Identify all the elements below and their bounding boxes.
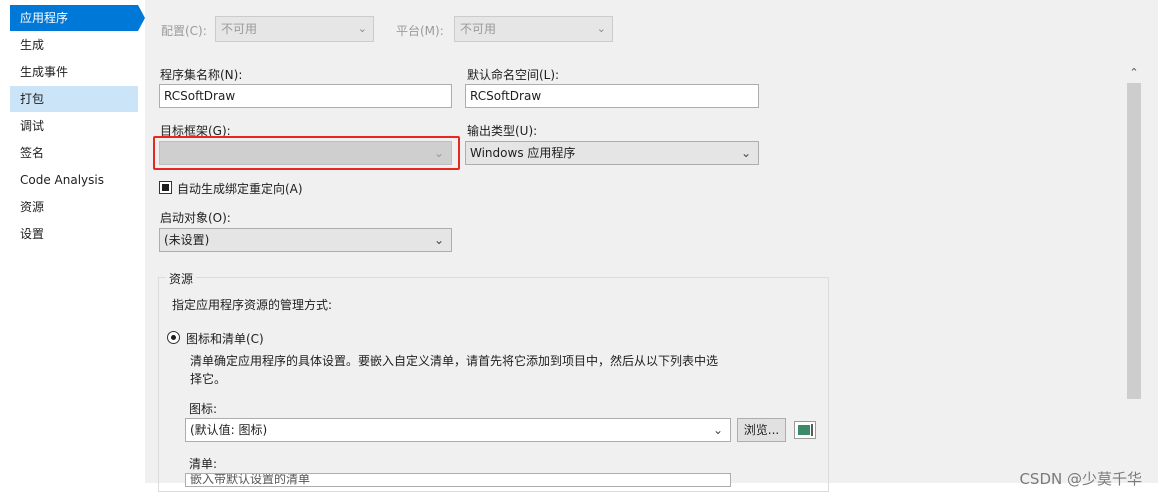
sidebar-item-signing[interactable]: 签名 — [10, 140, 138, 166]
output-type-dropdown[interactable]: Windows 应用程序 ⌄ — [465, 141, 759, 165]
chevron-down-icon: ⌄ — [740, 146, 751, 160]
resources-group-title: 资源 — [166, 270, 197, 287]
icon-dropdown[interactable]: (默认值: 图标) ⌄ — [185, 418, 731, 442]
chevron-down-icon: ⌄ — [357, 22, 367, 35]
manifest-help-line2: 择它。 — [190, 372, 227, 386]
config-label: 配置(C): — [161, 24, 207, 38]
output-type-value: Windows 应用程序 — [470, 146, 576, 160]
icon-manifest-label: 图标和清单(C) — [186, 332, 264, 346]
resources-description: 指定应用程序资源的管理方式: — [172, 298, 333, 312]
manifest-value: 嵌入带默认设置的清单 — [190, 473, 311, 486]
chevron-down-icon: ⌄ — [433, 233, 444, 247]
watermark: CSDN @少莫千华 — [1019, 470, 1142, 488]
startup-object-value: (未设置) — [164, 233, 210, 247]
app-icon-bar — [811, 424, 813, 436]
platform-dropdown[interactable]: 不可用 ⌄ — [454, 16, 613, 42]
config-value: 不可用 — [221, 22, 258, 36]
platform-label: 平台(M): — [396, 24, 444, 38]
icon-manifest-radio[interactable] — [167, 331, 180, 344]
sidebar-item-resources[interactable]: 资源 — [10, 194, 138, 220]
manifest-help-line1: 清单确定应用程序的具体设置。要嵌入自定义清单，请首先将它添加到项目中，然后从以下… — [190, 354, 719, 368]
manifest-dropdown[interactable]: 嵌入带默认设置的清单 — [185, 473, 731, 487]
sidebar-item-build-events[interactable]: 生成事件 — [10, 59, 138, 85]
sidebar-item-debug[interactable]: 调试 — [10, 113, 138, 139]
sidebar-item-package[interactable]: 打包 — [10, 86, 138, 112]
chevron-down-icon: ⌄ — [712, 423, 723, 437]
auto-binding-label: 自动生成绑定重定向(A) — [177, 182, 303, 196]
chevron-down-icon: ⌄ — [596, 22, 606, 35]
sidebar-item-code-analysis[interactable]: Code Analysis — [10, 167, 138, 193]
platform-value: 不可用 — [460, 22, 497, 36]
auto-binding-checkbox[interactable] — [159, 181, 172, 194]
output-type-label: 输出类型(U): — [467, 124, 538, 138]
scroll-thumb[interactable] — [1127, 83, 1141, 399]
sidebar-item-build[interactable]: 生成 — [10, 32, 138, 58]
app-icon-preview — [798, 425, 810, 435]
main-panel: 配置(C): 不可用 ⌄ 平台(M): 不可用 ⌄ 程序集名称(N): RCSo… — [145, 0, 1158, 492]
default-namespace-label: 默认命名空间(L): — [467, 68, 560, 82]
vertical-scrollbar[interactable]: ⌃ — [1125, 64, 1143, 483]
startup-object-dropdown[interactable]: (未设置) ⌄ — [159, 228, 452, 252]
config-dropdown[interactable]: 不可用 ⌄ — [215, 16, 374, 42]
config-bar: 配置(C): 不可用 ⌄ 平台(M): 不可用 ⌄ — [145, 0, 1158, 55]
default-namespace-input[interactable]: RCSoftDraw — [465, 84, 759, 108]
properties-content: 程序集名称(N): RCSoftDraw 默认命名空间(L): RCSoftDr… — [145, 55, 1143, 492]
assembly-name-label: 程序集名称(N): — [160, 68, 243, 82]
icon-value: (默认值: 图标) — [190, 423, 268, 437]
startup-object-label: 启动对象(O): — [160, 211, 231, 225]
sidebar-item-application[interactable]: 应用程序 — [10, 5, 138, 31]
assembly-name-input[interactable]: RCSoftDraw — [159, 84, 452, 108]
active-indicator-arrow — [138, 5, 145, 31]
sidebar: 应用程序 生成 生成事件 打包 调试 签名 Code Analysis 资源 设… — [0, 0, 145, 496]
manifest-label: 清单: — [189, 457, 218, 471]
browse-button[interactable]: 浏览... — [737, 418, 786, 442]
icon-label: 图标: — [189, 402, 218, 416]
icon-preview-image — [794, 421, 816, 439]
checkbox-checked-mark — [162, 184, 169, 191]
scroll-up-arrow-icon[interactable]: ⌃ — [1125, 64, 1143, 82]
radio-selected-dot — [171, 335, 176, 340]
sidebar-item-settings[interactable]: 设置 — [10, 221, 138, 247]
red-highlight-box — [153, 136, 460, 170]
